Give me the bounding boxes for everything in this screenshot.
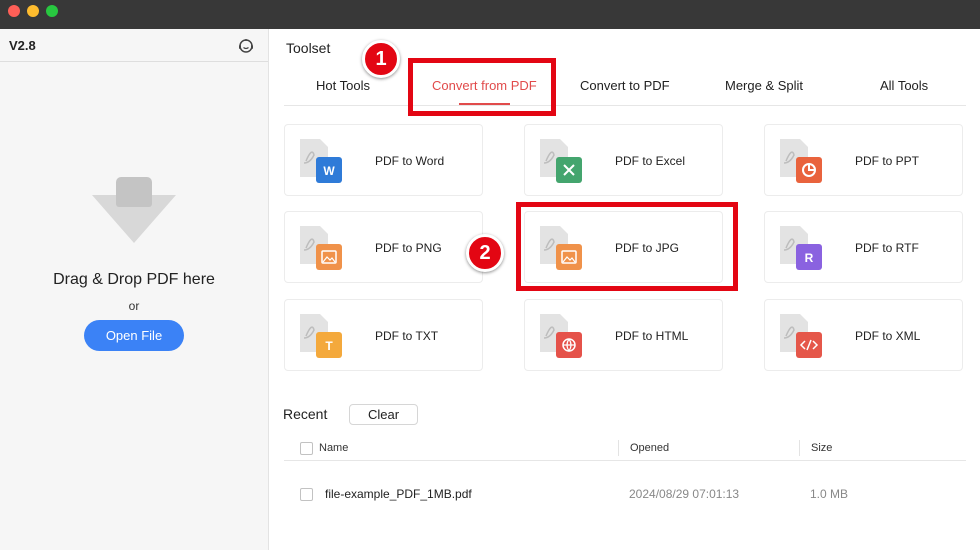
table-row[interactable]: file-example_PDF_1MB.pdf 2024/08/29 07:0… [284,478,966,510]
or-text: or [128,299,140,313]
tool-card-pdf-to-excel[interactable]: PDF to Excel [524,124,723,196]
column-header-opened[interactable]: Opened [630,442,669,454]
sidebar-divider [0,61,268,62]
customer-support-icon[interactable] [237,37,255,55]
download-arrow-icon [92,177,176,243]
title-bar [0,0,980,29]
tab-convert-from-pdf[interactable]: Convert from PDF [432,78,537,93]
tool-card-pdf-to-png[interactable]: PDF to PNG [284,211,483,283]
file-opened-date: 2024/08/29 07:01:13 [629,487,740,501]
tool-label: PDF to JPG [615,241,680,255]
rtf-file-icon: R [780,226,822,270]
minimize-window-button[interactable] [27,5,39,17]
txt-file-icon: T [300,314,342,358]
select-all-checkbox[interactable] [300,442,313,455]
step-1-badge: 1 [362,40,400,78]
toolset-title: Toolset [286,40,331,56]
active-tab-indicator [459,103,510,105]
tool-label: PDF to RTF [855,241,919,255]
tab-hot-tools[interactable]: Hot Tools [316,78,370,93]
excel-file-icon [540,139,582,183]
column-header-name[interactable]: Name [319,442,348,454]
column-header-size[interactable]: Size [811,442,832,454]
tool-card-pdf-to-html[interactable]: PDF to HTML [524,299,723,371]
recent-title: Recent [283,406,328,422]
svg-text:R: R [805,251,814,265]
tool-card-pdf-to-ppt[interactable]: PDF to PPT [764,124,963,196]
tool-label: PDF to XML [855,329,921,343]
column-divider [618,440,619,456]
file-name[interactable]: file-example_PDF_1MB.pdf [325,487,472,501]
tool-card-pdf-to-txt[interactable]: T PDF to TXT [284,299,483,371]
column-divider [799,440,800,456]
open-file-button[interactable]: Open File [84,320,184,351]
drop-zone-text: Drag & Drop PDF here [53,271,215,288]
tab-all-tools[interactable]: All Tools [880,78,928,93]
tab-merge-split[interactable]: Merge & Split [725,78,803,93]
jpg-file-icon [540,226,582,270]
maximize-window-button[interactable] [46,5,58,17]
svg-text:T: T [325,339,333,353]
sidebar: V2.8 Drag & Drop PDF here or Open File [0,29,269,550]
tool-label: PDF to Word [375,154,445,168]
word-file-icon: W [300,139,342,183]
xml-file-icon [780,314,822,358]
close-window-button[interactable] [8,5,20,17]
png-file-icon [300,226,342,270]
tool-card-pdf-to-rtf[interactable]: R PDF to RTF [764,211,963,283]
app-version: V2.8 [9,38,36,53]
file-size: 1.0 MB [810,487,849,501]
tool-label: PDF to Excel [615,154,686,168]
tool-label: PDF to HTML [615,329,689,343]
tool-card-pdf-to-xml[interactable]: PDF to XML [764,299,963,371]
row-checkbox[interactable] [300,488,313,501]
tool-card-pdf-to-word[interactable]: W PDF to Word [284,124,483,196]
svg-text:W: W [323,164,335,178]
tab-convert-to-pdf[interactable]: Convert to PDF [580,78,670,93]
clear-button[interactable]: Clear [349,404,418,425]
tool-label: PDF to TXT [375,329,439,343]
ppt-file-icon [780,139,822,183]
tool-label: PDF to PPT [855,154,920,168]
recent-table-header: Name Opened Size [284,437,966,461]
tool-card-pdf-to-jpg[interactable]: PDF to JPG [524,211,723,283]
tool-label: PDF to PNG [375,241,442,255]
step-2-badge: 2 [466,234,504,272]
html-file-icon [540,314,582,358]
